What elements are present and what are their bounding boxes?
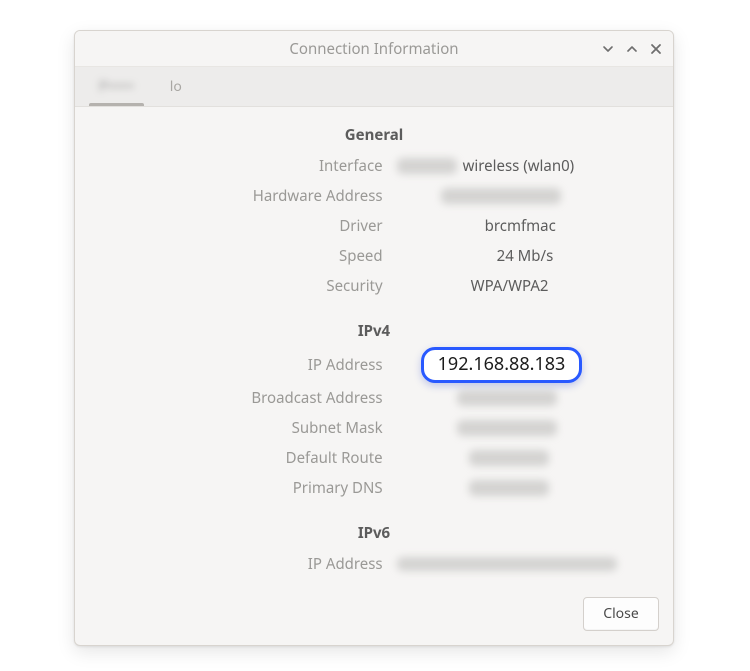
connection-info-window: Connection Information P••••• lo General… bbox=[74, 30, 674, 646]
row-ipv4-subnet: Subnet Mask bbox=[75, 413, 673, 443]
row-ipv4-broadcast: Broadcast Address bbox=[75, 383, 673, 413]
label-hardware-address: Hardware Address bbox=[91, 186, 397, 206]
label-security: Security bbox=[91, 276, 397, 296]
value-ipv4-dns bbox=[397, 476, 657, 500]
value-ipv4-subnet bbox=[397, 416, 657, 440]
redacted-value bbox=[469, 480, 549, 496]
value-interface: wireless (wlan0) bbox=[397, 154, 657, 178]
label-interface: Interface bbox=[91, 156, 397, 176]
label-ipv4-route: Default Route bbox=[91, 448, 397, 468]
label-ipv6-ip: IP Address bbox=[91, 554, 397, 574]
interface-text: wireless (wlan0) bbox=[463, 156, 575, 176]
content: General Interface wireless (wlan0) Hardw… bbox=[75, 107, 673, 587]
section-title-ipv6: IPv6 bbox=[75, 503, 673, 549]
tab-label: P••••• bbox=[99, 77, 134, 96]
value-ipv4-ip: 192.168.88.183 bbox=[397, 347, 657, 383]
section-title-general: General bbox=[75, 117, 673, 151]
label-ipv4-ip: IP Address bbox=[91, 355, 397, 375]
tab-lo[interactable]: lo bbox=[152, 67, 200, 106]
button-bar: Close bbox=[75, 587, 673, 645]
value-ipv6-ip bbox=[397, 552, 657, 576]
label-driver: Driver bbox=[91, 216, 397, 236]
titlebar: Connection Information bbox=[75, 31, 673, 67]
window-title: Connection Information bbox=[289, 39, 458, 59]
row-ipv4-dns: Primary DNS bbox=[75, 473, 673, 503]
row-ipv4-ip: IP Address 192.168.88.183 bbox=[75, 347, 673, 383]
security-text: WPA/WPA2 bbox=[471, 276, 549, 296]
tab-connection-active[interactable]: P••••• bbox=[81, 67, 152, 106]
redacted-value bbox=[457, 420, 557, 436]
row-speed: Speed 24 Mb/s bbox=[75, 241, 673, 271]
redacted-prefix bbox=[397, 158, 457, 174]
driver-text: brcmfmac bbox=[485, 216, 556, 236]
row-security: Security WPA/WPA2 bbox=[75, 271, 673, 301]
tabs: P••••• lo bbox=[75, 67, 673, 107]
label-ipv4-dns: Primary DNS bbox=[91, 478, 397, 498]
value-driver: brcmfmac bbox=[397, 214, 657, 238]
tab-label: lo bbox=[170, 77, 182, 96]
row-ipv4-route: Default Route bbox=[75, 443, 673, 473]
maximize-icon[interactable] bbox=[625, 42, 639, 56]
window-controls bbox=[601, 31, 663, 67]
section-title-ipv4: IPv4 bbox=[75, 301, 673, 347]
row-interface: Interface wireless (wlan0) bbox=[75, 151, 673, 181]
value-speed: 24 Mb/s bbox=[397, 244, 657, 268]
redacted-value bbox=[397, 557, 617, 571]
value-ipv4-broadcast bbox=[397, 386, 657, 410]
row-hardware-address: Hardware Address bbox=[75, 181, 673, 211]
row-driver: Driver brcmfmac bbox=[75, 211, 673, 241]
value-ipv4-route bbox=[397, 446, 657, 470]
row-ipv6-ip: IP Address bbox=[75, 549, 673, 579]
redacted-value bbox=[469, 450, 549, 466]
label-ipv4-subnet: Subnet Mask bbox=[91, 418, 397, 438]
value-security: WPA/WPA2 bbox=[397, 274, 657, 298]
label-speed: Speed bbox=[91, 246, 397, 266]
redacted-value bbox=[441, 188, 561, 204]
redacted-value bbox=[457, 390, 557, 406]
label-ipv4-broadcast: Broadcast Address bbox=[91, 388, 397, 408]
speed-text: 24 Mb/s bbox=[497, 246, 554, 266]
ipv4-ip-highlight: 192.168.88.183 bbox=[421, 347, 583, 383]
close-icon[interactable] bbox=[649, 42, 663, 56]
value-hardware-address bbox=[397, 184, 657, 208]
minimize-icon[interactable] bbox=[601, 42, 615, 56]
close-button[interactable]: Close bbox=[583, 597, 659, 631]
